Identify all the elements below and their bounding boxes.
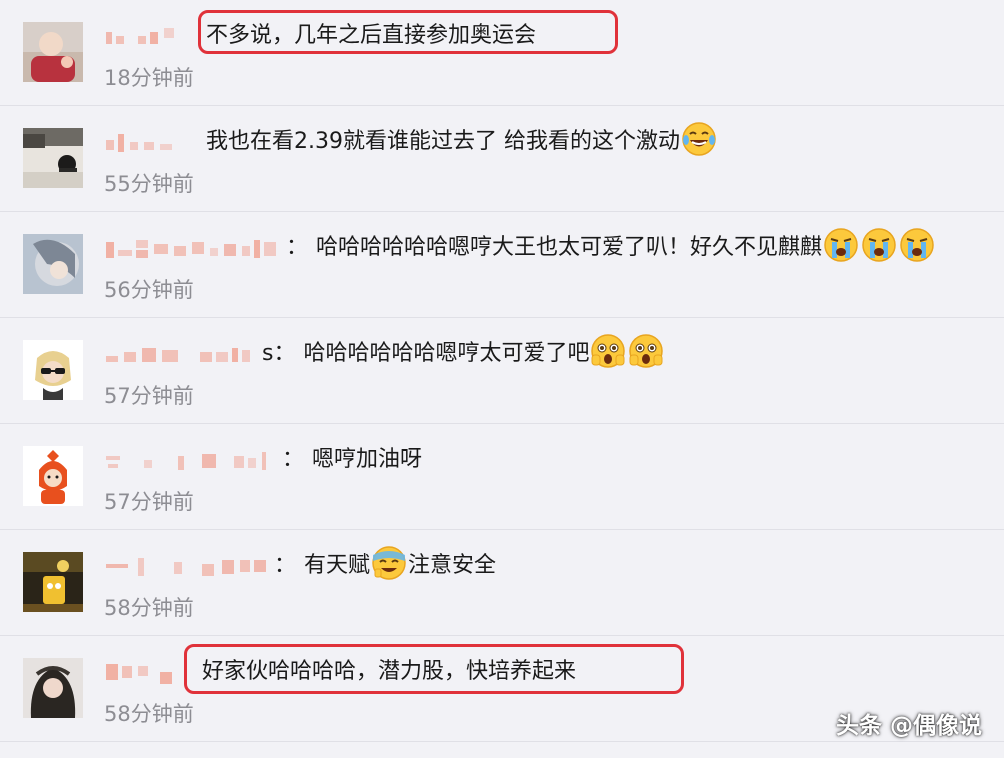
comment-time: 55分钟前 (104, 172, 194, 196)
comment-item: s： 哈哈哈哈哈哈嗯哼太可爱了吧 57分钟前 (0, 318, 1004, 424)
scared-icon (371, 545, 407, 581)
laughing-tears-icon (681, 121, 717, 157)
comment-text-line: s： 哈哈哈哈哈哈嗯哼太可爱了吧 (262, 333, 665, 369)
avatar[interactable] (23, 552, 83, 612)
avatar[interactable] (23, 658, 83, 718)
comment-text-line: 我也在看2.39就看谁能过去了 给我看的这个激动 (206, 121, 718, 157)
username-blurred[interactable] (104, 132, 184, 154)
comment-item: ： 有天赋 注意安全 58分钟前 (0, 530, 1004, 636)
comment-item: ： 哈哈哈哈哈哈嗯哼大王也太可爱了叭！好久不见麒麒 56分钟前 (0, 212, 1004, 318)
comment-text: 我也在看2.39就看谁能过去了 给我看的这个激动 (206, 129, 680, 154)
comment-colon: ： (282, 447, 305, 472)
avatar[interactable] (23, 340, 83, 400)
highlight-box (184, 644, 684, 694)
comment-time: 18分钟前 (104, 66, 194, 90)
avatar[interactable] (23, 22, 83, 82)
comment-colon: s： (262, 341, 296, 366)
comment-time: 58分钟前 (104, 702, 194, 726)
username-blurred[interactable] (104, 662, 184, 684)
avatar[interactable] (23, 446, 83, 506)
comment-text-line: ： 嗯哼加油呀 (282, 442, 422, 472)
username-blurred[interactable] (104, 238, 284, 260)
crying-icon (861, 227, 897, 263)
comment-time: 57分钟前 (104, 384, 194, 408)
comment-item: 我也在看2.39就看谁能过去了 给我看的这个激动 55分钟前 (0, 106, 1004, 212)
shocked-icon (628, 333, 664, 369)
username-blurred[interactable] (104, 556, 274, 578)
crying-icon (899, 227, 935, 263)
comment-text-line: ： 哈哈哈哈哈哈嗯哼大王也太可爱了叭！好久不见麒麒 (286, 227, 936, 263)
comment-colon: ： (286, 235, 309, 260)
comment-text: 嗯哼加油呀 (312, 447, 423, 472)
comment-time: 58分钟前 (104, 596, 194, 620)
highlight-box (198, 10, 618, 54)
comment-text-after-emoji: 注意安全 (408, 553, 497, 578)
comment-text: 哈哈哈哈哈哈嗯哼太可爱了吧 (303, 341, 590, 366)
comment-time: 56分钟前 (104, 278, 194, 302)
watermark: 头条 @偶像说 (835, 713, 982, 739)
comment-feed: 不多说，几年之后直接参加奥运会 18分钟前 我也在看2.39就看谁能过去了 给我… (0, 0, 1004, 758)
username-blurred[interactable] (104, 26, 184, 48)
comment-item: ： 嗯哼加油呀 57分钟前 (0, 424, 1004, 530)
username-blurred[interactable] (104, 450, 284, 472)
shocked-icon (590, 333, 626, 369)
avatar[interactable] (23, 128, 83, 188)
avatar[interactable] (23, 234, 83, 294)
comment-text-line: ： 有天赋 注意安全 (274, 545, 497, 581)
comment-time: 57分钟前 (104, 490, 194, 514)
username-blurred[interactable] (104, 344, 264, 366)
comment-text: 哈哈哈哈哈哈嗯哼大王也太可爱了叭！好久不见麒麒 (316, 235, 823, 260)
comment-colon: ： (274, 553, 297, 578)
comment-text: 有天赋 (304, 553, 371, 578)
crying-icon (823, 227, 859, 263)
